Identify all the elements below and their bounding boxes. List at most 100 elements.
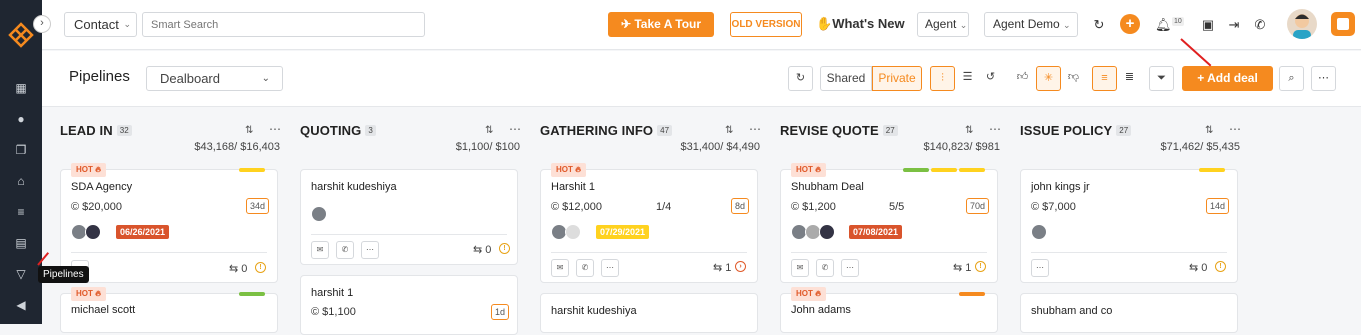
column-name: REVISE QUOTE xyxy=(780,123,879,138)
warning-icon: ! xyxy=(255,262,266,273)
bell-icon[interactable]: 🔔︎ xyxy=(1155,17,1172,33)
more-options-icon[interactable]: ⋯ xyxy=(1311,66,1336,91)
module-select-label: Contact xyxy=(74,17,119,32)
activity-count: ⇆ 0 xyxy=(473,244,492,256)
deal-amount: © $1,200 xyxy=(791,201,836,213)
activity-count-value: 0 xyxy=(1201,262,1208,274)
deal-card[interactable]: HOT 🔥︎ John adams xyxy=(780,287,998,333)
sort-icon[interactable]: ⇅ xyxy=(1205,125,1213,136)
agent-demo-select[interactable]: Agent Demo ⌄ xyxy=(984,12,1078,37)
column-menu-icon[interactable]: ⋯ xyxy=(749,122,761,136)
deal-amount-value: $1,100 xyxy=(322,306,356,318)
avatar xyxy=(311,206,327,222)
sort-icon[interactable]: ⇅ xyxy=(245,125,253,136)
days-badge: 70d xyxy=(965,198,989,214)
column-lead-in: LEAD IN 32 ⇅ ⋯ $43,168/ $16,403 HOT 🔥︎ SD… xyxy=(60,107,282,333)
column-title: ISSUE POLICY 27 xyxy=(1020,123,1132,138)
old-version-button[interactable]: OLD VERSION xyxy=(730,12,802,37)
megaphone-icon[interactable]: ◀ xyxy=(13,297,29,313)
avatar xyxy=(819,224,835,240)
email-icon[interactable]: ✉ xyxy=(791,259,809,277)
email-icon[interactable]: ✉ xyxy=(311,241,329,259)
dashboard-icon[interactable]: ▦ xyxy=(13,80,29,96)
column-menu-icon[interactable]: ⋯ xyxy=(269,122,281,136)
deal-card[interactable]: HOT 🔥︎ Shubham Deal © $1,200 5/5 70d 07/… xyxy=(780,163,998,283)
agent-select[interactable]: Agent ⌄ xyxy=(917,12,969,37)
refresh-button[interactable]: ↻ xyxy=(788,66,813,91)
logout-icon[interactable]: ⇥ xyxy=(1226,17,1242,33)
take-a-tour-button[interactable]: ✈ Take A Tour xyxy=(608,12,714,37)
column-revise-quote: REVISE QUOTE 27 ⇅ ⋯ $140,823/ $981 HOT 🔥︎… xyxy=(780,107,1002,333)
column-menu-icon[interactable]: ⋯ xyxy=(509,122,521,136)
phone-icon[interactable]: ✆ xyxy=(336,241,354,259)
more-actions-button[interactable]: ⋯ xyxy=(1031,259,1049,277)
search-icon[interactable]: ⌕ xyxy=(1279,66,1304,91)
thumbs-up-icon[interactable]: 👍︎ xyxy=(1010,66,1035,91)
bank-icon[interactable]: ⌂ xyxy=(13,173,29,189)
more-actions-button[interactable]: ⋯ xyxy=(601,259,619,277)
days-badge: 14d xyxy=(1205,198,1229,214)
deal-card[interactable]: HOT 🔥︎ michael scott xyxy=(60,287,278,333)
contacts-icon[interactable]: ● xyxy=(13,111,29,127)
deal-card[interactable]: HOT 🔥︎ Harshit 1 © $12,000 1/4 8d 07/29/… xyxy=(540,163,758,283)
list-view-icon[interactable]: ☰ xyxy=(955,66,980,91)
private-toggle[interactable]: Private xyxy=(872,66,922,91)
deal-card[interactable]: harshit kudeshiya ✉ ✆ ⋯ ⇆ 0 ! xyxy=(300,169,518,265)
module-select[interactable]: Contact ⌄ xyxy=(64,12,137,37)
column-menu-icon[interactable]: ⋯ xyxy=(1229,122,1241,136)
chevron-down-icon: ⌄ xyxy=(123,19,131,29)
deal-amount-value: $12,000 xyxy=(562,201,602,213)
phone-icon[interactable]: ✆ xyxy=(816,259,834,277)
sort-icon[interactable]: ⇅ xyxy=(485,125,493,136)
pipelines-icon[interactable]: ▽ xyxy=(13,266,29,282)
overdue-icon: › xyxy=(735,261,746,272)
history-icon[interactable]: ↺ xyxy=(978,66,1003,91)
email-icon[interactable]: ✉ xyxy=(551,259,569,277)
add-deal-button[interactable]: + Add deal xyxy=(1182,66,1273,91)
activity-count: ⇆ 0 xyxy=(229,263,248,275)
phone-icon[interactable]: ✆ xyxy=(1252,17,1268,33)
phone-icon[interactable]: ✆ xyxy=(576,259,594,277)
sort-icon[interactable]: ⇅ xyxy=(725,125,733,136)
deal-amount-value: $7,000 xyxy=(1042,201,1076,213)
deal-card[interactable]: HOT 🔥︎ SDA Agency © $20,000 34d 06/26/20… xyxy=(60,163,278,283)
list-icon[interactable]: ≡ xyxy=(13,204,29,220)
activity-count-value: 0 xyxy=(485,244,492,256)
quick-add-button[interactable]: + xyxy=(1120,14,1140,34)
column-title: REVISE QUOTE 27 xyxy=(780,123,898,138)
column-amount: $31,400/ $4,490 xyxy=(680,141,760,153)
refresh-icon[interactable]: ↻ xyxy=(1091,17,1107,33)
documents-icon[interactable]: ❐ xyxy=(13,142,29,158)
more-actions-button[interactable]: ⋯ xyxy=(841,259,859,277)
more-actions-button[interactable]: ⋯ xyxy=(361,241,379,259)
board-select[interactable]: Dealboard ⌄ xyxy=(146,66,283,91)
hot-badge: HOT 🔥︎ xyxy=(791,287,826,301)
filter-icon[interactable]: ⏷ xyxy=(1149,66,1174,91)
sidebar-expand-button[interactable]: › xyxy=(33,15,51,33)
shared-toggle[interactable]: Shared xyxy=(820,66,872,91)
deal-card[interactable]: harshit 1 © $1,100 1d xyxy=(300,275,518,335)
divider xyxy=(1031,252,1227,253)
user-avatar[interactable] xyxy=(1287,9,1317,39)
hot-label: HOT xyxy=(796,289,813,298)
column-menu-icon[interactable]: ⋯ xyxy=(989,122,1001,136)
whats-new-link[interactable]: ✋What's New xyxy=(816,16,905,32)
sort-icon[interactable]: ⇅ xyxy=(965,125,973,136)
report-icon[interactable]: ▤ xyxy=(13,235,29,251)
deal-amount: © $7,000 xyxy=(1031,201,1076,213)
deal-card[interactable]: shubham and co xyxy=(1020,293,1238,333)
whats-new-label: What's New xyxy=(832,16,905,31)
deal-card[interactable]: harshit kudeshiya xyxy=(540,293,758,333)
deal-card[interactable]: john kings jr © $7,000 14d ⋯ ⇆ 0 ! xyxy=(1020,168,1238,283)
chat-icon[interactable]: ▣ xyxy=(1200,17,1216,33)
thumbs-down-icon[interactable]: 👎︎ xyxy=(1061,66,1086,91)
loading-icon[interactable]: ✳ xyxy=(1036,66,1061,91)
expanded-view-icon[interactable]: ≣ xyxy=(1117,66,1142,91)
smart-search-input[interactable] xyxy=(142,12,425,37)
hot-label: HOT xyxy=(796,165,813,174)
board-view-icon[interactable]: ⫶ xyxy=(930,66,955,91)
compact-view-icon[interactable]: ≡ xyxy=(1092,66,1117,91)
app-logo-icon[interactable] xyxy=(8,22,34,48)
app-switcher-icon[interactable] xyxy=(1331,12,1355,36)
column-gathering-info: GATHERING INFO 47 ⇅ ⋯ $31,400/ $4,490 HOT… xyxy=(540,107,762,333)
